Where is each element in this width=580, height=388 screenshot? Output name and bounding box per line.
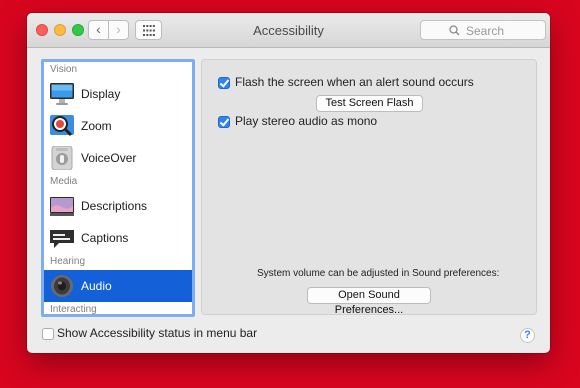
test-screen-flash-button[interactable]: Test Screen Flash	[316, 95, 423, 112]
flash-screen-label: Flash the screen when an alert sound occ…	[235, 75, 474, 89]
sidebar-item-audio[interactable]: Audio	[44, 270, 192, 302]
sidebar-item-label: Zoom	[81, 119, 112, 133]
sidebar-item-voiceover[interactable]: VoiceOver	[44, 142, 192, 174]
sidebar-item-captions[interactable]: Captions	[44, 222, 192, 254]
zoom-icon	[50, 115, 74, 137]
sidebar-item-label: VoiceOver	[81, 151, 137, 165]
sidebar-item-label: Captions	[81, 231, 129, 245]
voiceover-icon	[51, 146, 73, 170]
open-sound-preferences-button[interactable]: Open Sound Preferences...	[307, 287, 431, 316]
sidebar-item-display[interactable]: Display	[44, 78, 192, 110]
search-field[interactable]: Search	[420, 20, 546, 40]
title-bar: ‹ › Accessibility Search	[27, 13, 550, 48]
section-header-hearing: Hearing	[50, 256, 86, 267]
accessibility-window: ‹ › Accessibility Search Vision Display …	[27, 13, 550, 353]
sidebar-item-label: Descriptions	[81, 199, 148, 213]
section-header-vision: Vision	[50, 64, 78, 75]
search-placeholder: Search	[466, 24, 505, 38]
help-button[interactable]: ?	[520, 328, 535, 343]
sidebar-item-zoom[interactable]: Zoom	[44, 110, 192, 142]
speaker-icon	[51, 275, 73, 297]
descriptions-icon	[50, 197, 74, 216]
captions-icon	[50, 230, 74, 248]
menu-bar-status-checkbox[interactable]	[42, 328, 54, 340]
sidebar-list[interactable]: Vision Display Zoom VoiceOver Media Desc…	[41, 59, 195, 317]
mono-audio-label: Play stereo audio as mono	[235, 114, 378, 128]
flash-screen-checkbox[interactable]	[218, 77, 230, 89]
section-header-media: Media	[50, 176, 78, 187]
sidebar-item-label: Display	[81, 87, 121, 101]
menu-bar-status-label: Show Accessibility status in menu bar	[57, 326, 258, 340]
sidebar-item-descriptions[interactable]: Descriptions	[44, 190, 192, 222]
audio-settings-panel: Flash the screen when an alert sound occ…	[201, 59, 537, 316]
search-icon	[449, 25, 460, 36]
mono-audio-checkbox[interactable]	[218, 116, 230, 128]
section-header-interacting: Interacting	[50, 304, 97, 315]
display-icon	[50, 83, 74, 105]
volume-note: System volume can be adjusted in Sound p…	[257, 268, 500, 279]
sidebar-item-label: Audio	[81, 279, 112, 293]
